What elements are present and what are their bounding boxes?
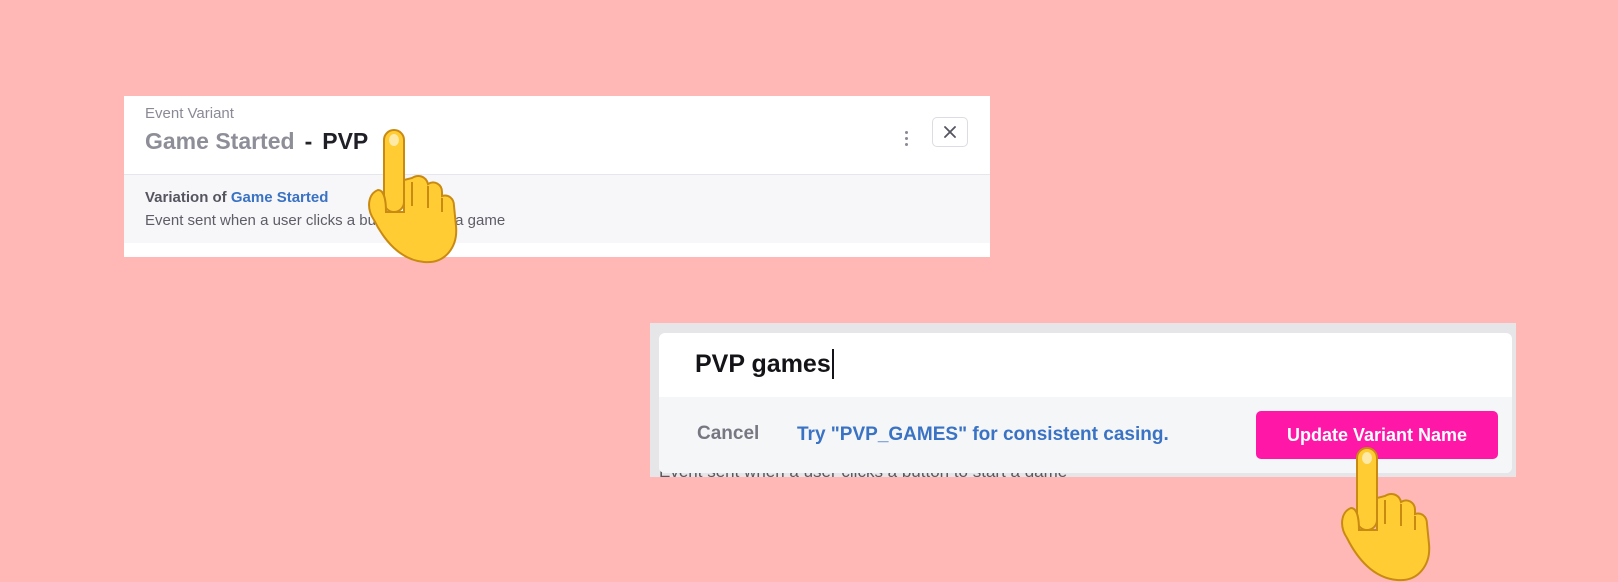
- pointing-hand-icon: [1341, 447, 1431, 582]
- more-options-button[interactable]: [894, 120, 918, 156]
- variant-name-input[interactable]: PVP games: [695, 349, 834, 379]
- title-separator: -: [304, 128, 313, 154]
- pointing-hand-icon: [368, 129, 458, 264]
- event-variant-panel: Event Variant Game Started - PVP Variation…: [124, 96, 990, 257]
- variant-details: Variation of Game Started Event sent whe…: [124, 175, 990, 243]
- parent-event-name: Game Started: [145, 128, 295, 154]
- close-icon: [944, 126, 956, 138]
- variant-title: Game Started - PVP: [145, 128, 368, 155]
- vertical-ellipsis-icon: [904, 130, 908, 146]
- variation-prefix: Variation of: [145, 189, 227, 206]
- text-caret: [831, 349, 834, 379]
- variant-name[interactable]: PVP: [322, 128, 368, 154]
- variation-of-line: Variation of Game Started: [145, 189, 328, 206]
- cancel-button[interactable]: Cancel: [697, 423, 759, 445]
- variant-header: Event Variant Game Started - PVP: [124, 96, 990, 175]
- panel-kicker: Event Variant: [145, 105, 234, 122]
- casing-suggestion-link[interactable]: Try "PVP_GAMES" for consistent casing.: [797, 424, 1169, 446]
- close-button[interactable]: [932, 117, 968, 147]
- parent-event-link[interactable]: Game Started: [231, 189, 329, 206]
- input-value: PVP games: [695, 349, 831, 378]
